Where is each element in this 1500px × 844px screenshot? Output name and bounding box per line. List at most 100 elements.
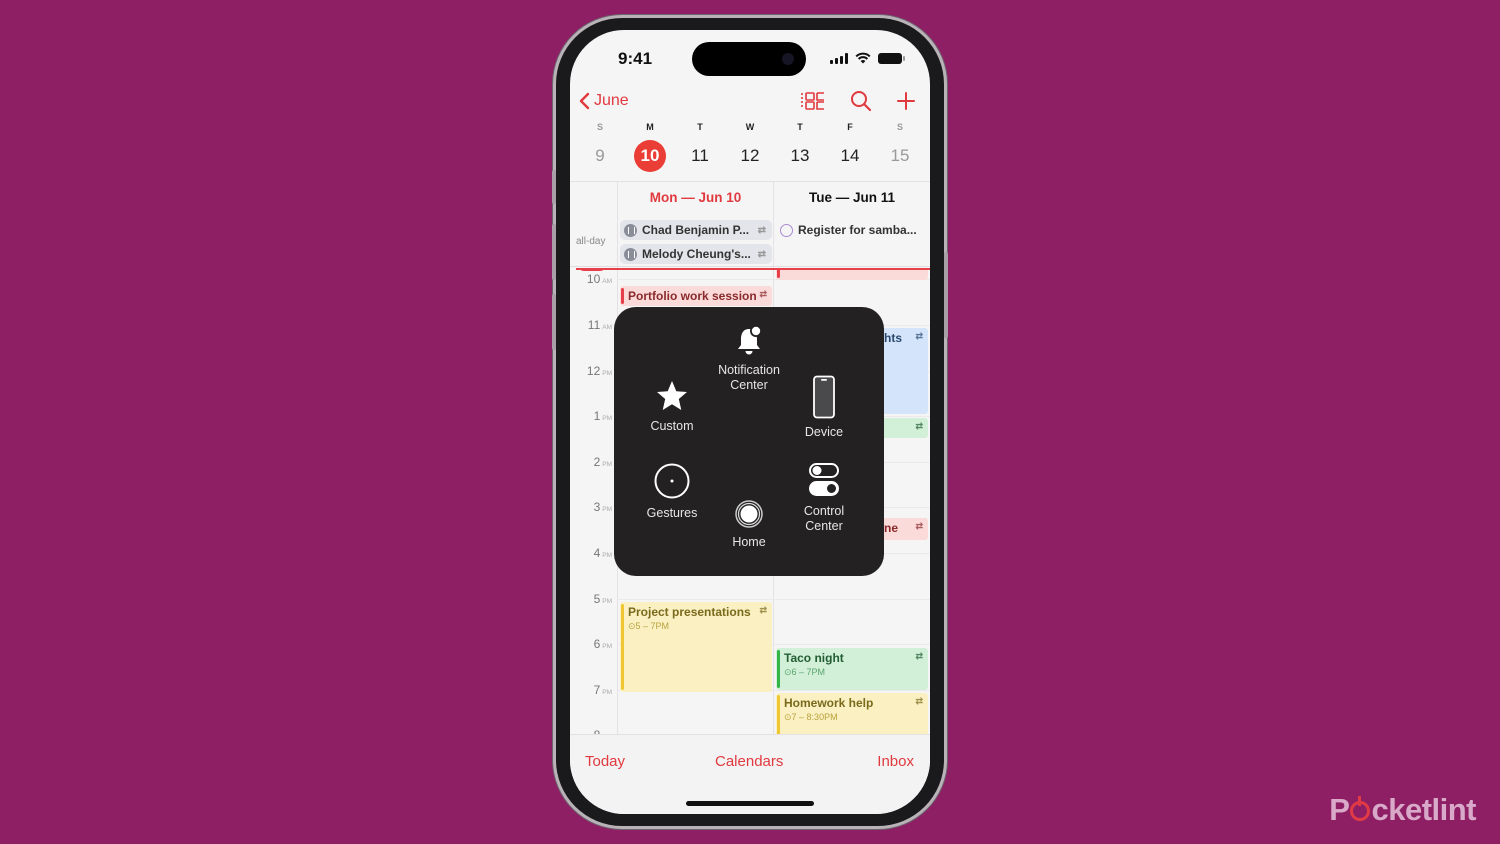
current-time-badge: 9:41 (578, 268, 607, 271)
back-button[interactable]: June (578, 92, 629, 110)
tab-today[interactable]: Today (585, 753, 625, 770)
repeat-icon: ⇄ (757, 224, 766, 236)
date-12[interactable]: 12 (725, 140, 775, 172)
hour-label: 3 PM (593, 500, 612, 514)
event-time: ⊙7 – 8:30PM (784, 712, 838, 722)
repeat-icon: ⇄ (915, 651, 923, 661)
repeat-icon: ⇄ (757, 248, 766, 260)
all-day-event[interactable]: Chad Benjamin P... ⇄ (620, 220, 772, 240)
signal-icon (830, 52, 848, 64)
hour-label: 1 PM (593, 409, 612, 423)
add-icon[interactable] (896, 91, 916, 111)
hour-label: 12 PM (586, 364, 612, 378)
search-icon[interactable] (850, 90, 872, 112)
repeat-icon: ⇄ (759, 289, 767, 299)
date-14[interactable]: 14 (825, 140, 875, 172)
event-title: Melody Cheung's... (642, 247, 751, 261)
hour-label: 2 PM (593, 455, 612, 469)
weekday-label: T (697, 122, 703, 132)
gestures-button[interactable]: Gestures (632, 462, 712, 521)
tab-calendars[interactable]: Calendars (715, 753, 783, 770)
side-button (944, 252, 948, 338)
status-icons (830, 52, 905, 64)
current-time-line (576, 268, 930, 270)
weekday-label: W (745, 122, 755, 132)
tab-inbox[interactable]: Inbox (877, 753, 914, 770)
date-10-selected[interactable]: 10 (625, 140, 675, 172)
hour-label: 6 PM (593, 637, 612, 651)
volume-down-button (552, 294, 556, 350)
weekday-row: S M T W T F S (570, 122, 930, 132)
pause-icon (624, 247, 637, 261)
nav-bar: June (570, 88, 930, 124)
hour-line (618, 599, 930, 600)
assistive-touch-menu: Notification Center Custom Device Gestur… (614, 307, 884, 576)
home-circle-icon (735, 500, 763, 528)
nav-actions (800, 90, 916, 112)
tab-bar: Today Calendars Inbox (570, 734, 930, 814)
event-time: ⊙6 – 7PM (784, 667, 826, 677)
day-header-mon[interactable]: Mon — Jun 10 (618, 190, 773, 205)
event-title: Register for samba... (798, 223, 917, 237)
device-button[interactable]: Device (784, 375, 864, 440)
weekday-label: S (596, 122, 603, 132)
event-taco-night[interactable]: Taco night ⇄ ⊙6 – 7PM (776, 648, 928, 690)
power-icon (1350, 796, 1371, 821)
divider (570, 181, 930, 182)
toggles-icon (809, 463, 839, 496)
volume-up-button (552, 224, 556, 280)
divider (570, 266, 930, 267)
hour-label: 4 PM (593, 546, 612, 560)
hour-label: 11 AM (587, 318, 612, 332)
weekday-label: S (896, 122, 903, 132)
pocketlint-logo: Pcketlint (1329, 792, 1476, 827)
iphone-icon (813, 375, 835, 419)
bell-badge-icon (738, 325, 762, 355)
weekday-label: T (797, 122, 803, 132)
phone-frame: 9:41 June S M T W T F S 9 10 11 12 13 14… (552, 18, 948, 826)
action-button (552, 170, 556, 204)
repeat-icon: ⇄ (915, 696, 923, 706)
reminder-circle-icon[interactable] (780, 223, 793, 237)
repeat-icon: ⇄ (915, 421, 923, 431)
custom-button[interactable]: Custom (632, 379, 712, 434)
dynamic-island (692, 42, 806, 76)
status-time: 9:41 (618, 49, 653, 68)
all-day-event[interactable]: Register for samba... (776, 220, 928, 240)
hour-label: 10 AM (586, 272, 612, 286)
date-15[interactable]: 15 (875, 140, 925, 172)
all-day-label: all-day (576, 236, 606, 247)
wifi-icon (855, 52, 871, 64)
home-button[interactable]: Home (704, 499, 794, 550)
screen: 9:41 June S M T W T F S 9 10 11 12 13 14… (570, 30, 930, 814)
all-day-event[interactable]: Melody Cheung's... ⇄ (620, 244, 772, 264)
repeat-icon: ⇄ (759, 605, 767, 615)
pause-icon (624, 223, 637, 237)
back-label: June (594, 92, 629, 109)
gesture-circle-icon (654, 463, 690, 499)
event-project-presentations[interactable]: Project presentations ⇄ ⊙5 – 7PM (620, 602, 772, 692)
chevron-left-icon (579, 92, 590, 110)
weekday-label: M (646, 122, 654, 132)
battery-icon (878, 52, 905, 64)
weekday-label: F (847, 122, 853, 132)
date-11[interactable]: 11 (675, 140, 725, 172)
home-indicator[interactable] (686, 801, 814, 806)
repeat-icon: ⇄ (915, 331, 923, 341)
date-9[interactable]: 9 (575, 140, 625, 172)
control-center-button[interactable]: Control Center (784, 462, 864, 534)
event-homework-help[interactable]: Homework help ⇄ ⊙7 – 8:30PM (776, 693, 928, 734)
hour-label: 7 PM (593, 683, 612, 697)
event-title: Chad Benjamin P... (642, 223, 750, 237)
repeat-icon: ⇄ (915, 521, 923, 531)
notification-center-button[interactable]: Notification Center (704, 325, 794, 393)
event-portfolio-work-session[interactable]: Portfolio work session ⇄ (620, 286, 772, 306)
date-13[interactable]: 13 (775, 140, 825, 172)
date-row: 9 10 11 12 13 14 15 (570, 140, 930, 172)
day-header-tue[interactable]: Tue — Jun 11 (774, 190, 930, 205)
camera-icon (782, 53, 794, 65)
list-view-icon[interactable] (800, 91, 826, 111)
star-icon (657, 381, 687, 410)
hour-label: 5 PM (593, 592, 612, 606)
event-time: ⊙5 – 7PM (628, 621, 670, 631)
